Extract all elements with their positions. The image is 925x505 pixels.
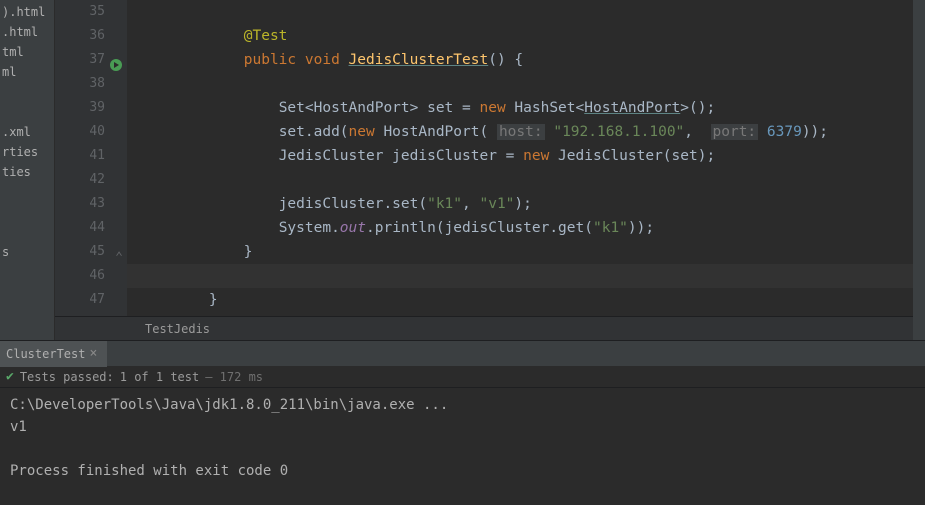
code-line[interactable]: public void JedisClusterTest() {	[139, 48, 925, 72]
file-tree-item[interactable]	[0, 82, 54, 102]
line-number[interactable]: 37	[55, 48, 105, 72]
code-line[interactable]	[139, 72, 925, 96]
console-output[interactable]: C:\DeveloperTools\Java\jdk1.8.0_211\bin\…	[0, 388, 925, 488]
project-tree-sidebar[interactable]: ).html.htmltmlml .xmlrtiesties s	[0, 0, 55, 340]
line-number[interactable]: 47	[55, 288, 105, 312]
code-line[interactable]: set.add(new HostAndPort( host: "192.168.…	[139, 120, 925, 144]
test-status-time: – 172 ms	[205, 370, 263, 384]
line-number[interactable]: 46	[55, 264, 105, 288]
file-tree-item[interactable]: ml	[0, 62, 54, 82]
editor-scrollbar[interactable]	[913, 0, 925, 340]
test-status-count: 1 of 1 test	[120, 370, 199, 384]
file-tree-item[interactable]	[0, 102, 54, 122]
file-tree-item[interactable]: .html	[0, 22, 54, 42]
file-tree-item[interactable]	[0, 202, 54, 222]
file-tree-item[interactable]: s	[0, 242, 54, 262]
line-number[interactable]: 45⌃	[55, 240, 105, 264]
code-line[interactable]	[139, 168, 925, 192]
code-content[interactable]: @Test public void JedisClusterTest() { S…	[127, 0, 925, 316]
code-line[interactable]	[139, 0, 925, 24]
run-tab-label: ClusterTest	[6, 341, 85, 367]
code-line[interactable]: }	[139, 240, 925, 264]
code-line[interactable]	[139, 312, 925, 316]
line-number[interactable]: 41	[55, 144, 105, 168]
run-config-tab[interactable]: ClusterTest ×	[0, 341, 107, 367]
file-tree-item[interactable]: .xml	[0, 122, 54, 142]
breadcrumb-item[interactable]: TestJedis	[145, 322, 210, 336]
line-number[interactable]: 40	[55, 120, 105, 144]
line-number-gutter[interactable]: 3536373839404142434445⌃464748	[55, 0, 127, 316]
file-tree-item[interactable]: tml	[0, 42, 54, 62]
line-number[interactable]: 39	[55, 96, 105, 120]
line-number[interactable]: 42	[55, 168, 105, 192]
code-editor[interactable]: 3536373839404142434445⌃464748 @Test publ…	[55, 0, 925, 340]
line-number[interactable]: 44	[55, 216, 105, 240]
test-pass-icon: ✔	[6, 369, 14, 384]
close-icon[interactable]: ×	[89, 341, 97, 367]
line-number[interactable]: 48	[55, 312, 105, 316]
test-status-prefix: Tests passed:	[20, 370, 114, 384]
run-test-icon[interactable]	[109, 53, 123, 67]
code-line[interactable]: JedisCluster jedisCluster = new JedisClu…	[139, 144, 925, 168]
code-line[interactable]: System.out.println(jedisCluster.get("k1"…	[139, 216, 925, 240]
code-line[interactable]: @Test	[139, 24, 925, 48]
file-tree-item[interactable]	[0, 222, 54, 242]
test-status-bar: ✔ Tests passed: 1 of 1 test – 172 ms	[0, 366, 925, 388]
code-line[interactable]: Set<HostAndPort> set = new HashSet<HostA…	[139, 96, 925, 120]
line-number[interactable]: 36	[55, 24, 105, 48]
run-tool-tab-bar: ClusterTest ×	[0, 340, 925, 366]
file-tree-item[interactable]: rties	[0, 142, 54, 162]
file-tree-item[interactable]: ties	[0, 162, 54, 182]
line-number[interactable]: 43	[55, 192, 105, 216]
file-tree-item[interactable]: ).html	[0, 2, 54, 22]
line-number[interactable]: 35	[55, 0, 105, 24]
code-line[interactable]: jedisCluster.set("k1", "v1");	[139, 192, 925, 216]
breadcrumb-bar[interactable]: TestJedis	[55, 316, 925, 340]
fold-icon[interactable]: ⌃	[113, 246, 123, 256]
line-number[interactable]: 38	[55, 72, 105, 96]
code-line[interactable]: }	[139, 288, 925, 312]
file-tree-item[interactable]	[0, 182, 54, 202]
